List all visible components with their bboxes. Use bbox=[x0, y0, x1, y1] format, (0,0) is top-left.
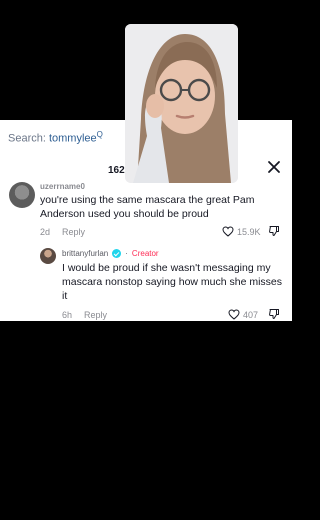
reply-meta: 6h Reply bbox=[62, 310, 119, 320]
separator: · bbox=[125, 249, 128, 258]
person-illustration bbox=[125, 24, 238, 183]
reply-header: brittanyfurlan · Creator bbox=[62, 249, 159, 258]
like-button[interactable]: 15.9K bbox=[222, 226, 261, 237]
reply-time: 6h bbox=[62, 310, 73, 320]
like-button[interactable]: 407 bbox=[228, 309, 258, 320]
comments-count: 162 bbox=[108, 165, 125, 176]
search-icon: Q bbox=[96, 130, 103, 139]
like-count: 15.9K bbox=[237, 226, 261, 237]
close-icon[interactable] bbox=[267, 160, 281, 174]
heart-icon bbox=[222, 226, 234, 237]
creator-badge: Creator bbox=[131, 249, 159, 258]
reply-button[interactable]: Reply bbox=[62, 227, 85, 237]
search-label: Search: bbox=[8, 132, 49, 145]
like-count: 407 bbox=[243, 309, 259, 320]
video-background-bottom bbox=[0, 321, 292, 520]
search-term[interactable]: tommylee bbox=[49, 133, 97, 145]
reply-username[interactable]: brittanyfurlan bbox=[62, 249, 108, 258]
dislike-icon[interactable] bbox=[268, 225, 280, 237]
reply-text: I would be proud if she wasn't messaging… bbox=[62, 262, 283, 302]
creator-video-overlay bbox=[125, 24, 238, 183]
reply-button[interactable]: Reply bbox=[84, 310, 107, 320]
dislike-icon[interactable] bbox=[268, 308, 280, 320]
comment-text: you're using the same mascara the great … bbox=[40, 194, 255, 220]
search-suggestion[interactable]: Search: tommyleeQ bbox=[8, 130, 103, 145]
heart-icon bbox=[228, 309, 240, 320]
avatar[interactable] bbox=[40, 248, 56, 264]
comment-username[interactable]: uzerrname0 bbox=[40, 182, 85, 191]
comment-meta: 2d Reply bbox=[40, 227, 97, 237]
avatar[interactable] bbox=[9, 182, 35, 208]
verified-icon bbox=[112, 249, 122, 258]
comment-time: 2d bbox=[40, 227, 51, 237]
